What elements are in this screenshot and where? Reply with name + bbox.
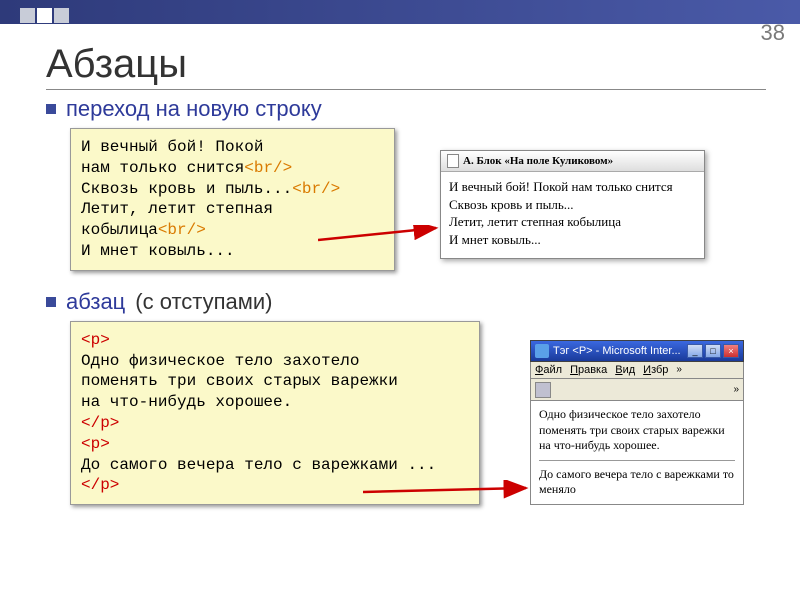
menu-edit[interactable]: Правка xyxy=(570,364,607,376)
code-text: И мнет ковыль... xyxy=(81,242,235,260)
chevron-right-icon[interactable]: » xyxy=(733,384,739,395)
code-text: До самого вечера тело с варежками ... xyxy=(81,455,469,476)
deco-square xyxy=(54,8,69,23)
bullet-icon xyxy=(46,297,56,307)
code-text: И вечный бой! Покой xyxy=(81,138,263,156)
toolbar: » xyxy=(530,379,744,401)
page-number: 38 xyxy=(761,20,785,46)
window-title-text: Тэг <P> - Microsoft Inter... xyxy=(553,345,681,357)
window-body: Одно физическое тело захотело поменять т… xyxy=(530,401,744,505)
preview-line: Сквозь кровь и пыль... xyxy=(449,196,696,214)
p-open-tag: <p> xyxy=(81,434,469,455)
p-close-tag: </p> xyxy=(81,475,469,496)
slide-title: Абзацы xyxy=(46,42,766,90)
ie-icon xyxy=(535,344,549,358)
bullet-item-2: абзац (с отступами) xyxy=(46,289,800,315)
preview-line: И мнет ковыль... xyxy=(449,231,696,249)
br-tag: <br/> xyxy=(244,159,292,177)
slide-top-bar xyxy=(0,0,800,24)
bullet-icon xyxy=(46,104,56,114)
page-icon xyxy=(447,154,459,168)
preview-paragraph: До самого вечера тело с варежками то мен… xyxy=(539,467,735,498)
deco-square xyxy=(20,8,35,23)
preview-paragraph: Одно физическое тело захотело поменять т… xyxy=(539,407,735,454)
chevron-right-icon[interactable]: » xyxy=(676,364,682,376)
menu-view[interactable]: Вид xyxy=(615,364,635,376)
bullet-item-1: переход на новую строку xyxy=(46,96,800,122)
maximize-button[interactable]: □ xyxy=(705,344,721,358)
code-text: на что-нибудь хорошее. xyxy=(81,392,469,413)
code-text: Одно физическое тело захотело xyxy=(81,351,469,372)
code-text: Сквозь кровь и пыль... xyxy=(81,180,292,198)
code-text: кобылица xyxy=(81,221,158,239)
divider xyxy=(539,460,735,461)
code-example-2: <p> Одно физическое тело захотело поменя… xyxy=(70,321,480,505)
minimize-button[interactable]: _ xyxy=(687,344,703,358)
code-text: Летит, летит степная xyxy=(81,200,273,218)
close-button[interactable]: × xyxy=(723,344,739,358)
p-close-tag: </p> xyxy=(81,413,469,434)
corner-decoration xyxy=(20,8,69,23)
br-tag: <br/> xyxy=(158,221,206,239)
bullet-text-blue: абзац xyxy=(66,289,125,315)
code-text: нам только снится xyxy=(81,159,244,177)
window-body: И вечный бой! Покой нам только снится Ск… xyxy=(441,172,704,258)
browser-preview-2: Тэг <P> - Microsoft Inter... _ □ × Файл … xyxy=(530,340,744,505)
preview-line: И вечный бой! Покой нам только снится xyxy=(449,178,696,196)
menu-file[interactable]: Файл xyxy=(535,364,562,376)
code-text: поменять три своих старых варежки xyxy=(81,371,469,392)
window-titlebar: А. Блок «На поле Куликовом» xyxy=(441,151,704,172)
menu-favorites[interactable]: Избр xyxy=(643,364,668,376)
window-titlebar: Тэг <P> - Microsoft Inter... _ □ × xyxy=(530,340,744,362)
code-example-1: И вечный бой! Покой нам только снится<br… xyxy=(70,128,395,271)
window-title-text: А. Блок «На поле Куликовом» xyxy=(463,155,613,167)
preview-line: Летит, летит степная кобылица xyxy=(449,213,696,231)
p-open-tag: <p> xyxy=(81,330,469,351)
br-tag: <br/> xyxy=(292,180,340,198)
toolbar-icon[interactable] xyxy=(535,382,551,398)
bullet-text: переход на новую строку xyxy=(66,96,322,122)
menu-bar: Файл Правка Вид Избр » xyxy=(530,362,744,379)
deco-square xyxy=(37,8,52,23)
bullet-text-suffix: (с отступами) xyxy=(135,289,272,315)
browser-preview-1: А. Блок «На поле Куликовом» И вечный бой… xyxy=(440,150,705,259)
